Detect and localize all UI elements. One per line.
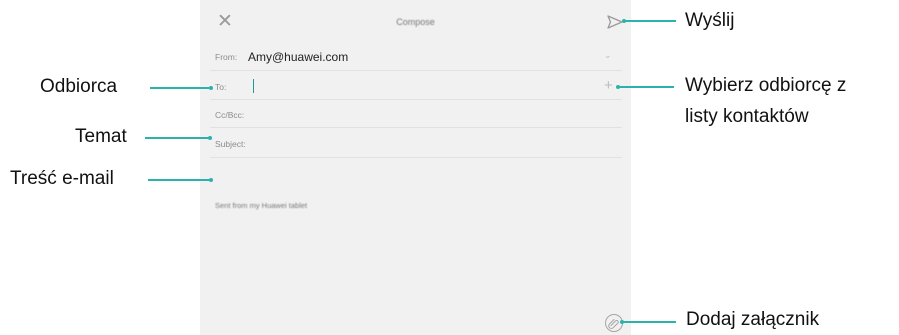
divider	[210, 157, 622, 158]
callout-pick-contact-line1: Wybierz odbiorcę z	[685, 75, 847, 96]
callout-body: Treść e-mail	[10, 168, 114, 189]
callout-line	[624, 20, 676, 22]
plus-icon[interactable]: +	[604, 78, 613, 93]
callout-dot	[209, 178, 213, 182]
to-field-cursor[interactable]	[253, 79, 254, 93]
close-icon[interactable]: ✕	[214, 11, 236, 33]
callout-dot	[209, 86, 213, 90]
callout-recipient: Odbiorca	[40, 76, 118, 97]
callout-subject: Temat	[75, 126, 127, 147]
body-field[interactable]: Sent from my Huawei tablet	[215, 201, 307, 210]
divider	[210, 127, 622, 128]
callout-line	[145, 137, 209, 139]
callout-pick-contact-line2: listy kontaktów	[685, 106, 809, 127]
ccbcc-field[interactable]: Cc/Bcc:	[215, 110, 244, 120]
divider	[210, 99, 622, 100]
from-field[interactable]: Amy@huawei.com	[248, 50, 348, 64]
callout-line	[148, 179, 210, 181]
chevron-down-icon[interactable]: ⌄	[604, 50, 612, 61]
callout-send: Wyślij	[685, 10, 735, 31]
callout-line	[150, 87, 210, 89]
divider	[210, 70, 622, 71]
compose-screen: Compose ✕ From: Amy@huawei.com ⌄ To: + C…	[200, 0, 631, 335]
to-label: To:	[215, 82, 227, 92]
callout-attach: Dodaj załącznik	[686, 309, 820, 330]
callout-line	[622, 321, 676, 323]
page-title: Compose	[396, 17, 435, 27]
from-label: From:	[215, 52, 238, 62]
subject-field[interactable]: Subject:	[215, 139, 246, 149]
callout-dot	[208, 136, 212, 140]
callout-line	[618, 86, 674, 88]
